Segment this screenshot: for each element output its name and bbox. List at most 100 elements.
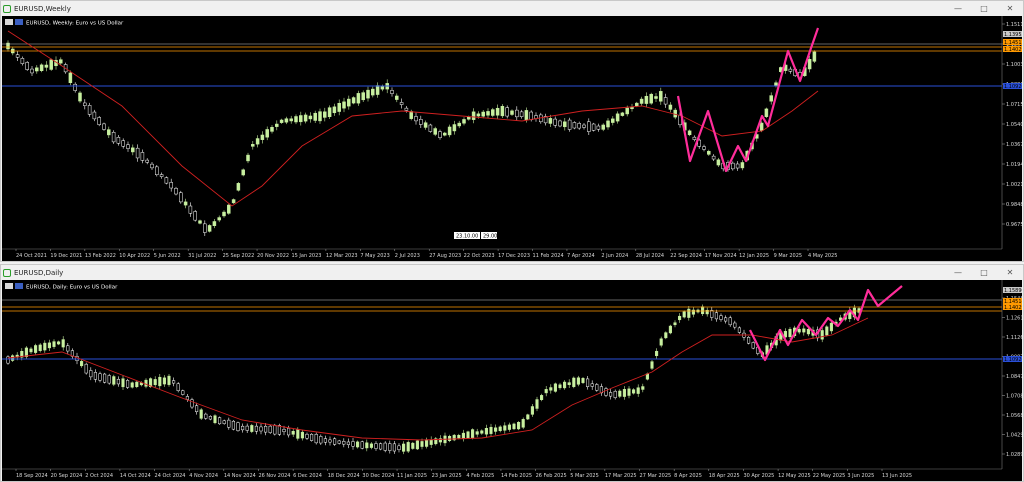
close-button[interactable]: ✕ xyxy=(997,266,1023,280)
maximize-button[interactable]: □ xyxy=(971,266,997,280)
candle xyxy=(406,442,410,452)
candle xyxy=(289,118,293,122)
candle xyxy=(179,192,183,203)
daily-chart-window[interactable]: EURUSD,Daily — □ ✕ 1.154801.126101.11265… xyxy=(0,264,1024,482)
candle xyxy=(654,96,658,99)
candle xyxy=(25,62,29,70)
candle xyxy=(632,389,636,394)
daily-price-chart[interactable]: 1.154801.126101.112651.098701.084751.070… xyxy=(2,280,1022,481)
candle xyxy=(169,182,173,189)
candle xyxy=(333,438,337,445)
candle xyxy=(611,118,615,123)
candle xyxy=(540,395,544,401)
candle xyxy=(126,380,130,388)
window-titlebar[interactable]: EURUSD,Daily — □ ✕ xyxy=(1,265,1023,280)
chart-window-icon xyxy=(3,4,11,13)
weekly-price-chart[interactable]: 1.151101.125701.100301.088601.071501.054… xyxy=(2,16,1022,261)
candle xyxy=(361,92,365,101)
candle xyxy=(480,430,484,434)
candle xyxy=(207,225,212,232)
candle xyxy=(264,425,268,433)
date-tick-label: 30 Dec 2024 xyxy=(362,473,394,479)
candle xyxy=(530,406,534,415)
candle xyxy=(719,315,723,320)
candle xyxy=(428,124,433,132)
candle xyxy=(29,348,33,353)
price-tick-label: 1.10030 xyxy=(1006,62,1022,68)
weekly-chart-canvas[interactable]: 1.151101.125701.100301.088601.071501.054… xyxy=(2,16,1022,261)
date-tick-label: 2 Oct 2024 xyxy=(85,473,113,479)
candle xyxy=(512,423,516,430)
candle xyxy=(587,121,591,132)
candle xyxy=(544,389,548,394)
candle xyxy=(80,361,84,367)
indicator-layer xyxy=(2,285,1002,441)
candle xyxy=(121,140,125,147)
candle xyxy=(313,112,317,121)
date-tick-label: 4 Feb 2025 xyxy=(466,473,494,479)
candle xyxy=(820,330,824,340)
candle xyxy=(618,390,622,397)
candle xyxy=(466,431,470,439)
candle xyxy=(716,159,721,166)
candle xyxy=(360,441,364,449)
weekly-chart-window[interactable]: EURUSD,Weekly — □ ✕ 1.151101.125701.1003… xyxy=(0,0,1024,262)
candle xyxy=(526,414,530,420)
candle xyxy=(116,379,120,385)
candle xyxy=(639,98,644,104)
candle xyxy=(337,440,341,444)
date-tick-label: 27 Aug 2023 xyxy=(429,253,461,259)
price-tick-label: 1.07150 xyxy=(1006,102,1022,108)
candle xyxy=(711,155,716,160)
candle xyxy=(35,67,39,72)
date-tick-label: 17 Mar 2025 xyxy=(605,473,637,479)
candle xyxy=(15,54,20,58)
candle xyxy=(510,110,514,115)
candle xyxy=(246,154,250,162)
candle xyxy=(279,119,284,123)
candle xyxy=(351,441,355,447)
close-button[interactable]: ✕ xyxy=(997,2,1023,16)
minimize-button[interactable]: — xyxy=(945,266,971,280)
candle xyxy=(420,441,424,447)
date-tick-label: 15 Jan 2023 xyxy=(291,253,321,259)
candle xyxy=(140,152,145,161)
candle xyxy=(414,116,418,122)
moving-average-line xyxy=(7,30,819,207)
candle xyxy=(591,123,596,131)
candle xyxy=(419,119,423,125)
candle xyxy=(663,97,668,105)
candle xyxy=(287,428,291,436)
candle xyxy=(332,106,337,114)
candle xyxy=(467,116,471,120)
candle xyxy=(188,205,193,214)
daily-chart-canvas[interactable]: 1.154801.126101.112651.098701.084751.070… xyxy=(2,280,1022,481)
candle xyxy=(374,443,378,449)
candle xyxy=(318,111,322,122)
candle xyxy=(217,217,221,221)
candle xyxy=(89,370,93,378)
candle xyxy=(167,375,171,385)
window-titlebar[interactable]: EURUSD,Weekly — □ ✕ xyxy=(1,1,1023,16)
candle xyxy=(112,376,116,385)
candle xyxy=(273,424,277,435)
candle xyxy=(227,204,231,214)
maximize-button[interactable]: □ xyxy=(971,2,997,16)
candle xyxy=(494,427,498,432)
candle xyxy=(39,64,44,71)
date-tick-label: 18 Sep 2024 xyxy=(16,473,48,479)
minimize-button[interactable]: — xyxy=(945,2,971,16)
date-tick-label: 12 May 2025 xyxy=(778,473,811,479)
candle xyxy=(659,91,663,102)
candle xyxy=(489,426,493,434)
candle xyxy=(601,124,605,130)
candle xyxy=(251,144,255,147)
candle xyxy=(172,380,176,384)
candle xyxy=(222,211,226,217)
candle xyxy=(102,123,106,130)
candle xyxy=(92,111,97,120)
candle xyxy=(351,97,356,104)
candle xyxy=(84,363,88,374)
candle xyxy=(423,122,428,128)
candle xyxy=(218,417,222,425)
